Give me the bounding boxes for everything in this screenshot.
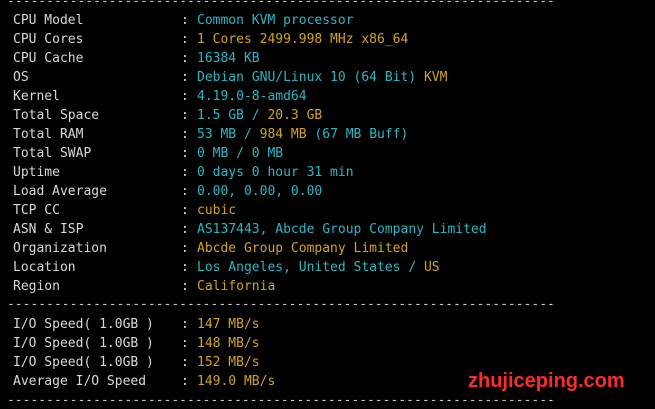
system-info-colon: : [181, 32, 189, 47]
io-speed-value-segment: 147 MB/s [197, 317, 260, 332]
io-speed-label: Average I/O Speed [13, 374, 147, 389]
system-info-value: Abcde Group Company Limited [197, 239, 408, 258]
system-info-value: Debian GNU/Linux 10 (64 Bit) KVM [197, 68, 447, 87]
system-info-value-segment: 1 Cores 2499.998 MHz x86_64 [197, 32, 409, 47]
system-info-label: Organization [13, 241, 107, 256]
separator-line-middle: ----------------------------------------… [7, 297, 555, 312]
system-info-label: Total RAM [13, 127, 84, 142]
system-info-value-segment: 20.3 GB [267, 108, 323, 123]
system-info-colon: : [181, 203, 189, 218]
io-speed-colon: : [181, 336, 189, 351]
system-info-colon: : [181, 260, 189, 275]
system-info-value: 0 MB / 0 MB [197, 144, 283, 163]
io-speed-value: 148 MB/s [197, 334, 260, 353]
system-info-label: CPU Cache [13, 51, 84, 66]
system-info-value-segment: Los Angeles, United States / [197, 260, 424, 275]
system-info-value: California [197, 277, 275, 296]
system-info-colon: : [181, 222, 189, 237]
system-info-label: Location [13, 260, 76, 275]
system-info-colon: : [181, 165, 189, 180]
separator-line-bottom: ----------------------------------------… [7, 393, 555, 408]
system-info-value-segment: 0 MB / 0 MB [197, 146, 284, 161]
system-info-value: 0 days 0 hour 31 min [197, 163, 354, 182]
system-info-value: Common KVM processor [197, 11, 354, 30]
system-info-value: cubic [197, 201, 236, 220]
system-info-value-segment: 4.19.0-8-amd64 [197, 89, 307, 104]
system-info-label: TCP CC [13, 203, 60, 218]
system-info-value-segment: 53 MB / [197, 127, 260, 142]
system-info-value-segment: cubic [197, 203, 237, 218]
system-info-value-segment: 1.5 GB / [197, 108, 268, 123]
system-info-colon: : [181, 241, 189, 256]
system-info-value-segment: US [423, 260, 440, 275]
system-info-value: 1 Cores 2499.998 MHz x86_64 [197, 30, 408, 49]
system-info-label: CPU Cores [13, 32, 84, 47]
io-speed-label: I/O Speed( 1.0GB ) [13, 336, 154, 351]
system-info-colon: : [181, 70, 189, 85]
system-info-value: Los Angeles, United States / US [197, 258, 440, 277]
system-info-colon: : [181, 127, 189, 142]
system-info-label: Total Space [13, 108, 100, 123]
io-speed-colon: : [181, 374, 189, 389]
io-speed-colon: : [181, 355, 189, 370]
system-info-value-segment: 984 MB [259, 127, 307, 142]
system-info-value: 0.00, 0.00, 0.00 [197, 182, 322, 201]
system-info-label: Total SWAP [13, 146, 92, 161]
system-info-value-segment: California [197, 279, 276, 294]
system-info-label: ASN & ISP [13, 222, 84, 237]
system-info-label: Region [13, 279, 60, 294]
system-info-colon: : [181, 146, 189, 161]
system-info-value: 53 MB / 984 MB (67 MB Buff) [197, 125, 408, 144]
system-info-value-segment: AS137443, Abcde Group Company Limited [197, 222, 487, 237]
system-info-colon: : [181, 51, 189, 66]
system-info-value: 16384 KB [197, 49, 260, 68]
system-info-label: Kernel [13, 89, 60, 104]
system-info-colon: : [181, 13, 189, 28]
system-info-value-segment: Abcde Group Company Limited [197, 241, 409, 256]
system-info-value-segment: 16384 KB [197, 51, 260, 66]
io-speed-label: I/O Speed( 1.0GB ) [13, 317, 154, 332]
system-info-colon: : [181, 279, 189, 294]
system-info-value-segment: (67 MB Buff) [306, 127, 409, 142]
system-info-value-segment: Common KVM processor [197, 13, 354, 28]
system-info-value-segment: 0 days 0 hour 31 min [197, 165, 354, 180]
system-info-label: CPU Model [13, 13, 84, 28]
system-info-value: 4.19.0-8-amd64 [197, 87, 307, 106]
separator-line-top: ----------------------------------------… [7, 0, 555, 9]
system-info-label: Uptime [13, 165, 60, 180]
system-info-label: Load Average [13, 184, 107, 199]
system-info-value-segment: KVM [423, 70, 448, 85]
io-speed-value: 147 MB/s [197, 315, 260, 334]
watermark-text: zhujiceping.com [468, 370, 625, 392]
io-speed-value: 149.0 MB/s [197, 372, 275, 391]
io-speed-value-segment: 148 MB/s [197, 336, 260, 351]
io-speed-value-segment: 152 MB/s [197, 355, 260, 370]
io-speed-value: 152 MB/s [197, 353, 260, 372]
system-info-value-segment: 0.00, 0.00, 0.00 [197, 184, 323, 199]
system-info-value: AS137443, Abcde Group Company Limited [197, 220, 487, 239]
system-info-colon: : [181, 89, 189, 104]
io-speed-label: I/O Speed( 1.0GB ) [13, 355, 154, 370]
terminal-window[interactable]: ----------------------------------------… [0, 0, 655, 409]
system-info-value-segment: Debian GNU/Linux 10 (64 Bit) [197, 70, 424, 85]
io-speed-value-segment: 149.0 MB/s [197, 374, 276, 389]
system-info-colon: : [181, 184, 189, 199]
system-info-value: 1.5 GB / 20.3 GB [197, 106, 322, 125]
system-info-label: OS [13, 70, 29, 85]
io-speed-colon: : [181, 317, 189, 332]
system-info-colon: : [181, 108, 189, 123]
